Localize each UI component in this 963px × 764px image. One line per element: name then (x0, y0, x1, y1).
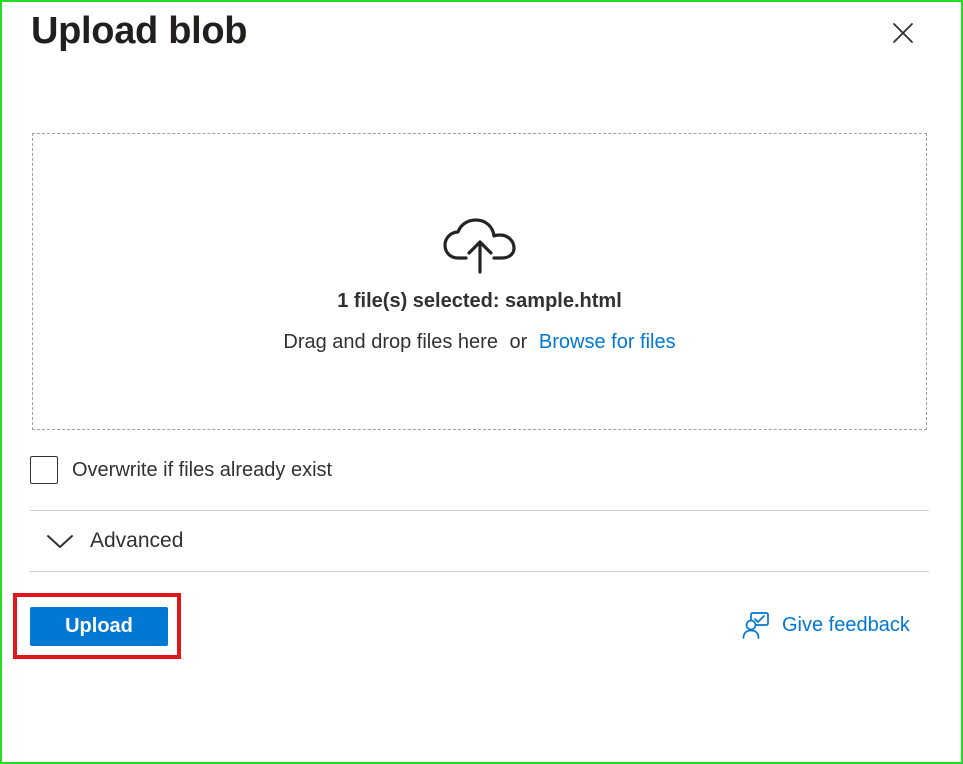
drag-drop-text: Drag and drop files here (283, 331, 498, 353)
give-feedback-label: Give feedback (782, 613, 910, 636)
cloud-upload-icon (443, 218, 516, 274)
overwrite-label: Overwrite if files already exist (72, 458, 333, 481)
drag-drop-line: Drag and drop files here or Browse for f… (32, 331, 927, 354)
browse-files-link[interactable]: Browse for files (539, 331, 676, 353)
chevron-down-icon (47, 535, 73, 548)
dialog-title: Upload blob (31, 10, 248, 52)
advanced-toggle[interactable]: Advanced (30, 511, 929, 571)
feedback-icon (742, 612, 769, 639)
give-feedback-link[interactable]: Give feedback (742, 611, 910, 639)
file-drop-zone[interactable] (32, 133, 927, 430)
close-icon (893, 23, 913, 43)
advanced-label: Advanced (90, 529, 184, 552)
upload-button[interactable]: Upload (30, 607, 168, 646)
overwrite-option[interactable]: Overwrite if files already exist (30, 456, 332, 484)
overwrite-checkbox[interactable] (30, 456, 58, 484)
close-button[interactable] (884, 14, 922, 52)
or-text: or (509, 331, 528, 353)
selected-files-text: 1 file(s) selected: sample.html (337, 290, 622, 312)
divider-bottom (30, 571, 929, 572)
